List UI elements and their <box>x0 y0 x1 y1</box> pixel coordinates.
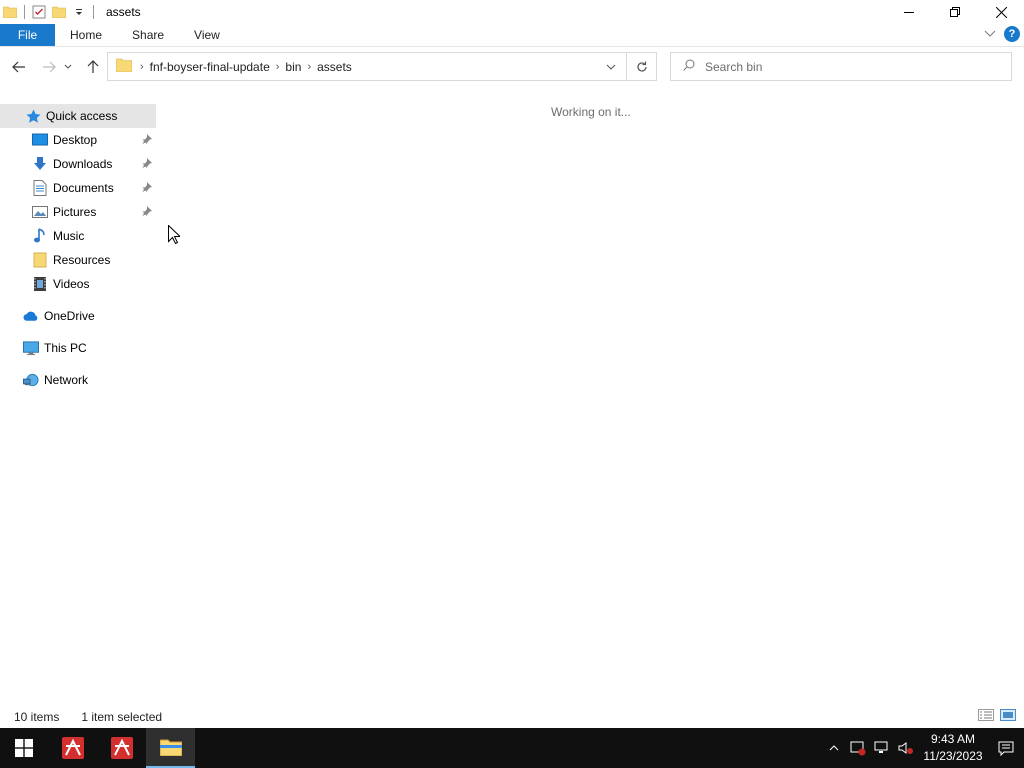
pin-icon[interactable] <box>142 133 152 147</box>
sidebar-item-this-pc[interactable]: This PC <box>0 336 156 360</box>
breadcrumb-assets[interactable]: assets <box>313 60 356 74</box>
recent-locations-dropdown[interactable] <box>61 55 75 79</box>
quick-access-toolbar <box>0 0 100 24</box>
search-input[interactable]: Search bin <box>705 60 762 74</box>
navigation-bar: › fnf-boyser-final-update › bin › assets… <box>0 48 1024 86</box>
clock-time: 9:43 AM <box>930 732 976 746</box>
tab-home[interactable]: Home <box>55 24 117 46</box>
taskbar-app-acrobat-icon[interactable] <box>97 728 146 768</box>
taskbar-clock[interactable]: 9:43 AM 11/23/2023 <box>918 731 988 765</box>
sidebar-item-resources[interactable]: Resources <box>0 248 156 272</box>
sidebar-item-label: Pictures <box>53 205 97 219</box>
music-icon <box>32 228 48 244</box>
downloads-icon <box>32 156 48 172</box>
sidebar-item-videos[interactable]: Videos <box>0 272 156 296</box>
status-bar: 10 items 1 item selected <box>0 706 1024 728</box>
close-button[interactable] <box>978 0 1024 24</box>
back-button[interactable] <box>7 55 31 79</box>
documents-icon <box>32 180 48 196</box>
pin-icon[interactable] <box>142 157 152 171</box>
tab-view[interactable]: View <box>179 24 235 46</box>
sidebar-item-label: Videos <box>53 277 90 291</box>
sidebar-item-quick-access[interactable]: Quick access <box>0 104 156 128</box>
action-center-icon[interactable] <box>988 728 1024 768</box>
mouse-cursor-icon <box>168 224 182 247</box>
volume-muted-icon[interactable] <box>894 728 918 768</box>
item-count: 10 items <box>14 710 60 724</box>
sidebar-item-label: Music <box>53 229 85 243</box>
security-icon[interactable] <box>846 728 870 768</box>
sidebar-item-network[interactable]: Network <box>0 368 156 392</box>
address-history-dropdown[interactable] <box>600 53 622 80</box>
folder-icon <box>2 4 18 20</box>
network-icon[interactable] <box>870 728 894 768</box>
onedrive-icon <box>23 308 39 324</box>
separator <box>93 5 94 19</box>
network-icon <box>23 372 39 388</box>
up-button[interactable] <box>81 55 105 79</box>
new-folder-icon[interactable] <box>51 4 67 20</box>
sidebar-item-desktop[interactable]: Desktop <box>0 128 156 152</box>
ribbon-tabs: File Home Share View ? <box>0 24 1024 47</box>
search-icon <box>683 59 695 74</box>
customize-toolbar-dropdown-icon[interactable] <box>71 4 87 20</box>
star-icon <box>25 108 41 124</box>
taskbar: 9:43 AM 11/23/2023 <box>0 728 1024 768</box>
breadcrumb-bin[interactable]: bin <box>281 60 305 74</box>
chevron-right-icon[interactable]: › <box>274 61 282 73</box>
desktop-icon <box>32 132 48 148</box>
folder-icon <box>115 58 133 75</box>
chevron-up-icon[interactable] <box>822 728 846 768</box>
tab-share[interactable]: Share <box>117 24 179 46</box>
sidebar-item-label: Desktop <box>53 133 98 147</box>
breadcrumb-fnf-boyser-final-update[interactable]: fnf-boyser-final-update <box>146 60 274 74</box>
sidebar-item-downloads[interactable]: Downloads <box>0 152 156 176</box>
sidebar-item-documents[interactable]: Documents <box>0 176 156 200</box>
navigation-pane: Quick access Desktop Downloads Documents <box>0 104 156 704</box>
sidebar-item-label: Downloads <box>53 157 113 171</box>
restore-button[interactable] <box>932 0 978 24</box>
sidebar-item-onedrive[interactable]: OneDrive <box>0 304 156 328</box>
details-view-icon[interactable] <box>978 709 994 724</box>
window-title: assets <box>106 5 141 19</box>
videos-icon <box>32 276 48 292</box>
chevron-right-icon[interactable]: › <box>138 61 146 73</box>
minimize-button[interactable] <box>886 0 932 24</box>
folder-icon <box>32 252 48 268</box>
pin-icon[interactable] <box>142 205 152 219</box>
sidebar-item-label: Documents <box>53 181 114 195</box>
sidebar-item-label: This PC <box>44 341 87 355</box>
system-tray: 9:43 AM 11/23/2023 <box>822 728 1024 768</box>
pin-icon[interactable] <box>142 181 152 195</box>
help-icon[interactable]: ? <box>1004 26 1020 42</box>
start-button[interactable] <box>0 728 48 768</box>
separator <box>24 5 25 19</box>
selection-count: 1 item selected <box>81 710 163 724</box>
loading-status-text: Working on it... <box>551 105 631 119</box>
computer-icon <box>23 340 39 356</box>
sidebar-item-label: OneDrive <box>44 309 95 323</box>
expand-ribbon-icon[interactable] <box>984 27 996 41</box>
sidebar-item-music[interactable]: Music <box>0 224 156 248</box>
sidebar-item-label: Resources <box>53 253 111 267</box>
title-bar: assets <box>0 0 1024 24</box>
sidebar-item-label: Quick access <box>46 109 118 123</box>
address-bar[interactable]: › fnf-boyser-final-update › bin › assets <box>107 52 657 81</box>
sidebar-item-label: Network <box>44 373 89 387</box>
chevron-right-icon[interactable]: › <box>305 61 313 73</box>
pictures-icon <box>32 204 48 220</box>
taskbar-app-file-explorer-icon[interactable] <box>146 728 195 768</box>
search-box[interactable]: Search bin <box>670 52 1012 81</box>
taskbar-app-acrobat-icon[interactable] <box>48 728 97 768</box>
properties-icon[interactable] <box>31 4 47 20</box>
large-icons-view-icon[interactable] <box>1000 709 1016 724</box>
forward-button[interactable] <box>37 55 61 79</box>
sidebar-item-pictures[interactable]: Pictures <box>0 200 156 224</box>
refresh-button[interactable] <box>626 53 656 80</box>
tab-file[interactable]: File <box>0 24 55 46</box>
clock-date: 11/23/2023 <box>923 749 983 763</box>
